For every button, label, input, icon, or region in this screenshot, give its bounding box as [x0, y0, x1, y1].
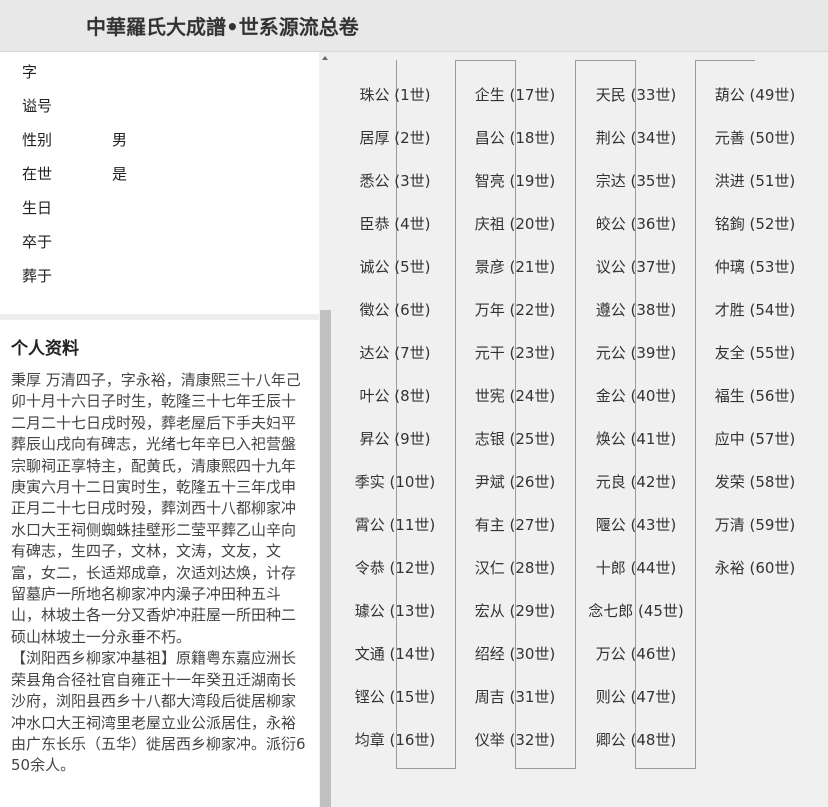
generation-item[interactable]: 发荣 (58世) [715, 471, 796, 492]
field-label-birthday: 生日 [22, 199, 53, 217]
generation-item[interactable]: 元干 (23世) [475, 342, 556, 363]
lineage-connector-line [635, 768, 695, 769]
generation-item[interactable]: 令恭 (12世) [355, 557, 436, 578]
generation-item[interactable]: 万公 (46世) [596, 643, 677, 664]
generation-item[interactable]: 庆祖 (20世) [475, 213, 556, 234]
generation-item[interactable]: 才胜 (54世) [715, 299, 796, 320]
generation-item[interactable]: 绍经 (30世) [475, 643, 556, 664]
lineage-connector-line [455, 60, 515, 61]
generation-item[interactable]: 有主 (27世) [475, 514, 556, 535]
section-divider [0, 314, 319, 320]
profile-paragraph-1: 秉厚 万清四子，字永裕，清康熙三十八年己卯十月十六日子时生，乾隆三十七年壬辰十二… [11, 371, 301, 646]
generation-item[interactable]: 智亮 (19世) [475, 170, 556, 191]
lineage-connector-line [455, 60, 456, 769]
lineage-panel: 珠公 (1世) 居厚 (2世) 悉公 (3世) 臣恭 (4世) 诚公 (5世) 徵公 (6… [333, 52, 828, 807]
generation-item[interactable]: 卿公 (48世) [596, 729, 677, 750]
generation-item[interactable]: 仪举 (32世) [475, 729, 556, 750]
generation-item[interactable]: 元良 (42世) [596, 471, 677, 492]
generation-item[interactable]: 应中 (57世) [715, 428, 796, 449]
generation-item[interactable]: 万年 (22世) [475, 299, 556, 320]
generation-item[interactable]: 昌公 (18世) [475, 127, 556, 148]
generation-item[interactable]: 世宪 (24世) [475, 385, 556, 406]
generation-item[interactable]: 焕公 (41世) [596, 428, 677, 449]
generation-item[interactable]: 企生 (17世) [475, 84, 556, 105]
lineage-connector-line [695, 60, 755, 61]
generation-item[interactable]: 昇公 (9世) [359, 428, 430, 449]
generation-item[interactable]: 尹斌 (26世) [475, 471, 556, 492]
generation-item[interactable]: 季实 (10世) [355, 471, 436, 492]
generation-item[interactable]: 周吉 (31世) [475, 686, 556, 707]
left-panel-scrollbar[interactable] [319, 52, 333, 807]
field-label-gender: 性别 [22, 131, 53, 149]
generation-item[interactable]: 元公 (39世) [596, 342, 677, 363]
generation-item[interactable]: 遵公 (38世) [596, 299, 677, 320]
field-label-burial: 葬于 [22, 267, 53, 285]
field-label-zi: 字 [22, 63, 38, 81]
generation-item[interactable]: 珠公 (1世) [359, 84, 430, 105]
lineage-connector-line [575, 60, 635, 61]
generation-item[interactable]: 天民 (33世) [596, 84, 677, 105]
generation-item[interactable]: 霄公 (11世) [355, 514, 436, 535]
generation-item[interactable]: 隁公 (43世) [596, 514, 677, 535]
generation-item[interactable]: 景彦 (21世) [475, 256, 556, 277]
generation-item[interactable]: 永裕 (60世) [715, 557, 796, 578]
generation-item[interactable]: 徵公 (6世) [359, 299, 430, 320]
generation-item[interactable]: 居厚 (2世) [359, 127, 430, 148]
field-value-living: 是 [112, 165, 128, 183]
generation-item[interactable]: 葫公 (49世) [715, 84, 796, 105]
generation-item[interactable]: 洪进 (51世) [715, 170, 796, 191]
lineage-connector-line [575, 60, 576, 769]
profile-text: 秉厚 万清四子，字永裕，清康熙三十八年己卯十月十六日子时生，乾隆三十七年壬辰十二… [11, 370, 307, 777]
generation-item[interactable]: 万清 (59世) [715, 514, 796, 535]
generation-item[interactable]: 均章 (16世) [355, 729, 436, 750]
generation-item[interactable]: 悉公 (3世) [359, 170, 430, 191]
generation-item[interactable]: 铿公 (15世) [355, 686, 436, 707]
generation-item[interactable]: 十郎 (44世) [596, 557, 677, 578]
lineage-connector-line [695, 60, 696, 769]
generation-item[interactable]: 宏从 (29世) [475, 600, 556, 621]
lineage-connector-line [515, 768, 575, 769]
generation-item[interactable]: 则公 (47世) [596, 686, 677, 707]
field-value-gender: 男 [112, 131, 128, 149]
page-title: 中華羅氏大成譜•世系源流总卷 [86, 15, 359, 39]
generation-item[interactable]: 友全 (55世) [715, 342, 796, 363]
generation-item[interactable]: 元善 (50世) [715, 127, 796, 148]
generation-item[interactable]: 荆公 (34世) [596, 127, 677, 148]
generation-item[interactable]: 志银 (25世) [475, 428, 556, 449]
generation-item[interactable]: 金公 (40世) [596, 385, 677, 406]
generation-item[interactable]: 议公 (37世) [596, 256, 677, 277]
field-label-living: 在世 [22, 165, 53, 183]
generation-item[interactable]: 汉仁 (28世) [475, 557, 556, 578]
generation-item[interactable]: 达公 (7世) [359, 342, 430, 363]
generation-item[interactable]: 臣恭 (4世) [359, 213, 430, 234]
generation-item[interactable]: 诚公 (5世) [359, 256, 430, 277]
person-detail-panel: 字 谥号 性别 男 在世 是 生日 卒于 葬于 个人资料 秉厚 万清四子，字永裕… [0, 52, 319, 807]
generation-item[interactable]: 宗达 (35世) [596, 170, 677, 191]
field-label-death: 卒于 [22, 233, 53, 251]
scroll-up-arrow-icon[interactable] [322, 56, 328, 60]
generation-item[interactable]: 皎公 (36世) [596, 213, 677, 234]
generation-item[interactable]: 璩公 (13世) [355, 600, 436, 621]
app-header: 中華羅氏大成譜•世系源流总卷 [0, 0, 828, 52]
generation-item[interactable]: 福生 (56世) [715, 385, 796, 406]
generation-item[interactable]: 铭銁 (52世) [715, 213, 796, 234]
generation-item[interactable]: 叶公 (8世) [359, 385, 430, 406]
field-label-shihao: 谥号 [22, 97, 53, 115]
generation-item[interactable]: 念七郎 (45世) [588, 600, 684, 621]
generation-item[interactable]: 仲璃 (53世) [715, 256, 796, 277]
scroll-thumb[interactable] [320, 310, 331, 807]
generation-item[interactable]: 文通 (14世) [355, 643, 436, 664]
profile-heading: 个人资料 [11, 339, 79, 359]
profile-paragraph-2: 【浏阳西乡柳家冲基祖】原籍粤东嘉应洲长荣县角合径社官自雍正十一年癸丑迁湖南长沙府… [11, 649, 306, 775]
lineage-connector-line [396, 768, 456, 769]
